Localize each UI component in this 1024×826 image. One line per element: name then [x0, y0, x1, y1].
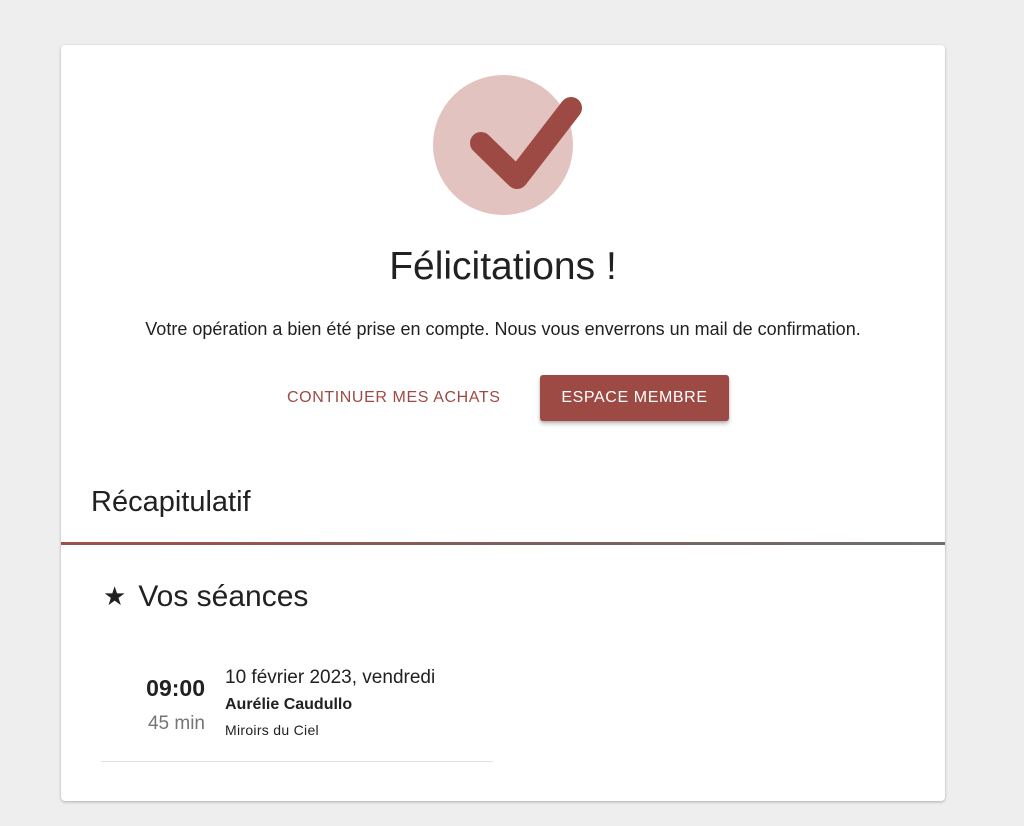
session-time: 09:00: [146, 675, 205, 701]
summary-divider: [61, 542, 945, 545]
continue-shopping-button[interactable]: CONTINUER MES ACHATS: [277, 381, 511, 415]
session-location: Miroirs du Ciel: [225, 722, 319, 738]
page-title: Félicitations !: [389, 245, 617, 288]
session-date: 10 février 2023, vendredi: [225, 667, 436, 688]
confirmation-card: Félicitations ! Votre opération a bien é…: [61, 45, 945, 801]
summary-title: Récapitulatif: [91, 486, 251, 518]
session-item: 09:00 45 min 10 février 2023, vendredi A…: [101, 661, 493, 762]
sessions-header: ★ Vos séances: [103, 578, 308, 616]
sessions-title: Vos séances: [138, 580, 309, 613]
member-space-button[interactable]: ESPACE MEMBRE: [540, 375, 729, 421]
action-bar: CONTINUER MES ACHATS ESPACE MEMBRE: [61, 375, 945, 421]
session-practitioner: Aurélie Caudullo: [225, 696, 353, 713]
confirmation-message: Votre opération a bien été prise en comp…: [145, 319, 861, 339]
star-icon: ★: [103, 582, 127, 612]
session-duration: 45 min: [147, 713, 205, 734]
check-icon: [470, 97, 582, 189]
